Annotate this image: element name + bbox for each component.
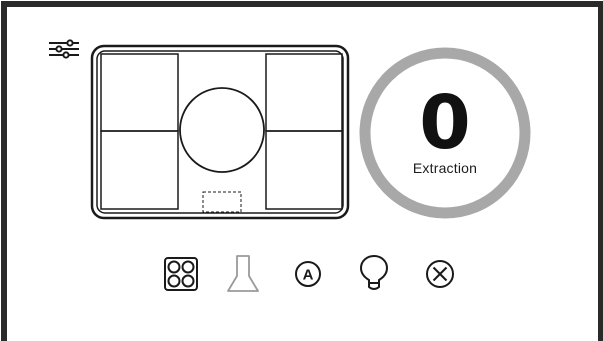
zone-center-round[interactable] [179, 87, 265, 173]
hob-layout [88, 42, 352, 222]
zone-rear-right[interactable] [265, 130, 343, 210]
zone-rear-left[interactable] [100, 130, 179, 210]
auto-mode-button[interactable]: A [290, 254, 326, 294]
hob-zones-button[interactable] [163, 254, 199, 294]
hood-sensor-area [202, 191, 242, 213]
light-bulb-icon [360, 255, 388, 290]
light-button[interactable] [356, 254, 392, 294]
close-circle-icon [426, 260, 454, 288]
extraction-gauge: 0 Extraction [356, 44, 534, 222]
hood-icon [227, 255, 259, 292]
settings-button[interactable] [48, 38, 80, 62]
zone-front-left[interactable] [100, 53, 179, 132]
auto-mode-glyph: A [303, 267, 314, 284]
close-button[interactable] [422, 254, 458, 294]
hob-inner-outline [96, 50, 344, 214]
extraction-value: 0 [419, 80, 471, 166]
zone-front-right[interactable] [265, 53, 343, 132]
hob-zones-icon [164, 257, 198, 291]
auto-mode-icon: A [295, 261, 321, 287]
hood-button[interactable] [225, 254, 261, 294]
sliders-icon [49, 39, 79, 59]
extraction-label: Extraction [412, 160, 478, 176]
